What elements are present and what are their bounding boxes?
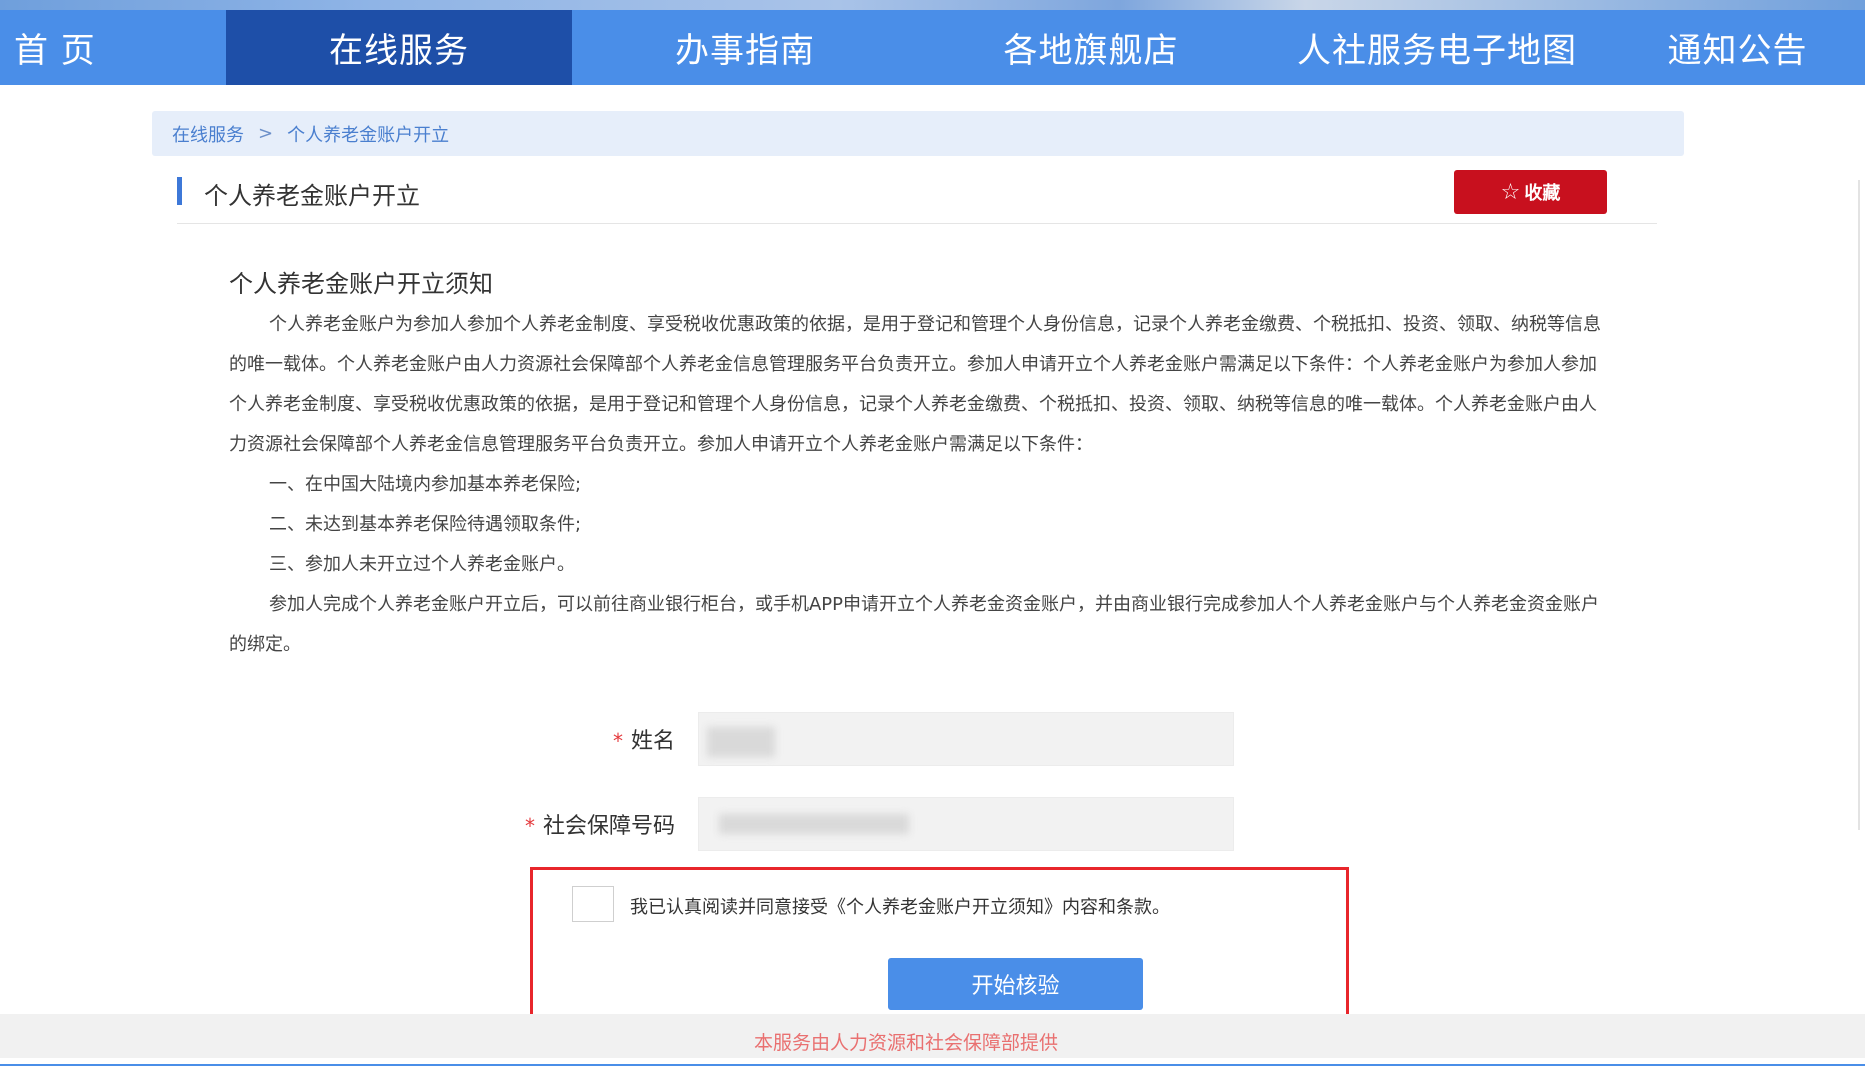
top-banner — [0, 0, 1865, 10]
notice-section: 个人养老金账户开立须知 个人养老金账户为参加人参加个人养老金制度、享受税收优惠政… — [229, 264, 1609, 665]
notice-heading: 个人养老金账户开立须知 — [229, 270, 493, 298]
redacted-value — [719, 814, 909, 834]
star-icon: ☆ — [1500, 179, 1521, 205]
breadcrumb-parent-link[interactable]: 在线服务 — [172, 121, 244, 147]
nav-item-flagship-stores[interactable]: 各地旗舰店 — [918, 10, 1264, 85]
nav-item-online-services[interactable]: 在线服务 — [226, 10, 572, 85]
nav-item-guide[interactable]: 办事指南 — [572, 10, 918, 85]
notice-condition-2: 二、未达到基本养老保险待遇领取条件; — [269, 514, 582, 535]
breadcrumb-current[interactable]: 个人养老金账户开立 — [287, 121, 449, 147]
notice-paragraph: 个人养老金账户为参加人参加个人养老金制度、享受税收优惠政策的依据，是用于登记和管… — [229, 314, 1601, 455]
name-label: * 姓名 — [612, 729, 675, 754]
main-nav: 首 页 在线服务 办事指南 各地旗舰店 人社服务电子地图 通知公告 — [0, 10, 1865, 85]
notice-condition-1: 一、在中国大陆境内参加基本养老保险; — [269, 474, 582, 495]
breadcrumb: 在线服务 > 个人养老金账户开立 — [152, 111, 1684, 156]
start-verification-button[interactable]: 开始核验 — [888, 958, 1143, 1010]
agree-checkbox[interactable] — [572, 886, 614, 922]
title-row: 个人养老金账户开立 ☆ 收藏 — [177, 170, 1657, 224]
footer-divider — [0, 1064, 1865, 1066]
page-title: 个人养老金账户开立 — [204, 182, 420, 210]
required-mark: * — [612, 729, 623, 753]
favorite-label: 收藏 — [1524, 183, 1561, 204]
notice-condition-3: 三、参加人未开立过个人养老金账户。 — [269, 554, 575, 575]
title-accent-bar — [177, 177, 182, 205]
scrollbar-track[interactable] — [1858, 180, 1860, 830]
required-mark: * — [524, 814, 535, 838]
ssn-input[interactable] — [698, 797, 1234, 851]
favorite-button[interactable]: ☆ 收藏 — [1454, 170, 1607, 214]
name-input[interactable] — [698, 712, 1234, 766]
ssn-label: * 社会保障号码 — [524, 814, 675, 839]
nav-item-home[interactable]: 首 页 — [0, 10, 226, 85]
agree-text: 我已认真阅读并同意接受《个人养老金账户开立须知》内容和条款。 — [630, 897, 1170, 918]
nav-item-service-map[interactable]: 人社服务电子地图 — [1264, 10, 1610, 85]
redacted-value — [707, 727, 775, 757]
nav-item-notices[interactable]: 通知公告 — [1610, 10, 1865, 85]
breadcrumb-separator: > — [258, 123, 274, 144]
footer-provider-text: 本服务由人力资源和社会保障部提供 — [754, 1032, 1059, 1054]
notice-paragraph-binding: 参加人完成个人养老金账户开立后，可以前往商业银行柜台，或手机APP申请开立个人养… — [229, 594, 1600, 655]
